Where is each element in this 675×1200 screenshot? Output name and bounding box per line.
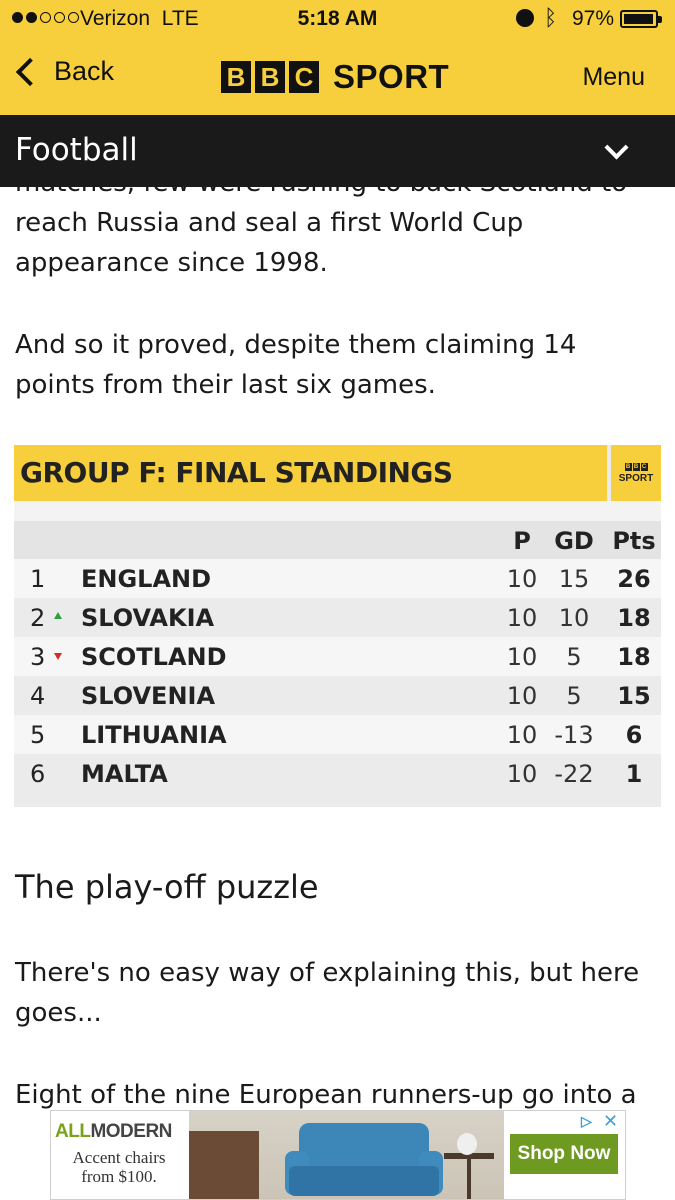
ad-shop-now-button[interactable]: Shop Now [510, 1134, 618, 1174]
table-row: 3 SCOTLAND 10 5 18 [14, 637, 661, 676]
standings-header: GROUP F: FINAL STANDINGS [14, 445, 661, 501]
row-goal-difference: 10 [558, 604, 590, 632]
chevron-left-icon [15, 57, 45, 86]
ad-brand-logo: ALLMODERN [55, 1121, 172, 1142]
row-points: 1 [625, 760, 643, 788]
section-heading: The play-off puzzle [15, 868, 319, 906]
row-team: SLOVENIA [81, 682, 216, 710]
ad-banner[interactable]: ALLMODERN Accent chairs from $100. Shop … [50, 1110, 626, 1200]
row-points: 15 [617, 682, 651, 710]
badge-word: SPORT [618, 472, 654, 484]
logo-block: C [289, 61, 319, 93]
article-paragraph: And so it proved, despite them claiming … [15, 330, 577, 400]
bbc-sport-logo[interactable]: B B C SPORT [221, 58, 449, 96]
menu-button[interactable]: Menu [582, 63, 645, 92]
back-button[interactable]: Back [14, 56, 114, 87]
chevron-down-icon[interactable] [604, 135, 629, 160]
row-team: ENGLAND [81, 565, 212, 593]
article-paragraph: There's no easy way of explaining this, … [15, 958, 640, 1028]
standings-rows: 1 ENGLAND 10 15 26 2 SLOVAKIA 10 10 18 3 SCOTLAND 10… [14, 559, 661, 793]
row-played: 10 [506, 760, 538, 788]
logo-block: B [221, 61, 251, 93]
row-goal-difference: -22 [554, 760, 594, 788]
standings-title: GROUP F: FINAL STANDINGS [20, 456, 453, 489]
row-position: 2 [30, 604, 46, 632]
row-team: LITHUANIA [81, 721, 227, 749]
top-bar: Verizon LTE 5:18 AM ᛒ 97% Back B B C SPO… [0, 0, 675, 115]
standings-column-headers: P GD Pts [14, 521, 661, 559]
table-row: 6 MALTA 10 -22 1 [14, 754, 661, 793]
status-bar: Verizon LTE 5:18 AM ᛒ 97% [0, 0, 675, 38]
bluetooth-icon: ᛒ [544, 5, 558, 30]
row-points: 18 [617, 643, 651, 671]
row-position: 1 [30, 565, 46, 593]
row-points: 6 [625, 721, 643, 749]
logo-block: B [255, 61, 285, 93]
row-team: SLOVAKIA [81, 604, 215, 632]
arrow-up-icon [54, 612, 62, 619]
row-goal-difference: 5 [566, 643, 582, 671]
table-row: 4 SLOVENIA 10 5 15 [14, 676, 661, 715]
row-points: 18 [617, 604, 651, 632]
logo-word: SPORT [333, 58, 450, 95]
back-label: Back [54, 56, 115, 86]
close-icon[interactable]: ✕ [603, 1111, 621, 1131]
section-title: Football [15, 132, 138, 168]
row-goal-difference: -13 [554, 721, 594, 749]
ad-image [189, 1111, 504, 1199]
column-header-points: Pts [612, 527, 656, 555]
adchoices-icon[interactable]: ▷ [581, 1113, 601, 1131]
row-played: 10 [506, 565, 538, 593]
row-points: 26 [617, 565, 651, 593]
article-paragraph: reach Russia and seal a first World Cup … [15, 208, 524, 278]
battery-percentage: 97% [572, 7, 615, 30]
row-position: 6 [30, 760, 46, 788]
row-goal-difference: 15 [558, 565, 590, 593]
table-row: 2 SLOVAKIA 10 10 18 [14, 598, 661, 637]
arrow-down-icon [54, 653, 62, 660]
row-played: 10 [506, 721, 538, 749]
row-goal-difference: 5 [566, 682, 582, 710]
row-position: 4 [30, 682, 46, 710]
badge-block: B [624, 462, 632, 471]
row-team: MALTA [81, 760, 168, 788]
row-played: 10 [506, 682, 538, 710]
column-header-played: P [513, 527, 531, 555]
navigation-bar: Back B B C SPORT Menu [0, 40, 675, 115]
badge-block: C [640, 462, 648, 471]
battery-icon [620, 10, 662, 28]
article-paragraph: Eight of the nine European runners-up go… [15, 1080, 637, 1110]
row-position: 3 [30, 643, 46, 671]
row-position: 5 [30, 721, 46, 749]
alarm-icon [516, 9, 534, 27]
badge-block: B [632, 462, 640, 471]
row-played: 10 [506, 604, 538, 632]
standings-table: GROUP F: FINAL STANDINGS B B C SPORT P G… [14, 445, 661, 807]
table-row: 1 ENGLAND 10 15 26 [14, 559, 661, 598]
column-header-goal-difference: GD [554, 527, 594, 555]
row-team: SCOTLAND [81, 643, 227, 671]
section-dropdown[interactable]: Football [0, 115, 675, 187]
ad-brand: ALLMODERN Accent chairs from $100. [51, 1111, 189, 1199]
table-row: 5 LITHUANIA 10 -13 6 [14, 715, 661, 754]
bbc-sport-badge: B B C SPORT [607, 445, 661, 501]
row-played: 10 [506, 643, 538, 671]
ad-tagline: Accent chairs from $100. [72, 1148, 166, 1186]
